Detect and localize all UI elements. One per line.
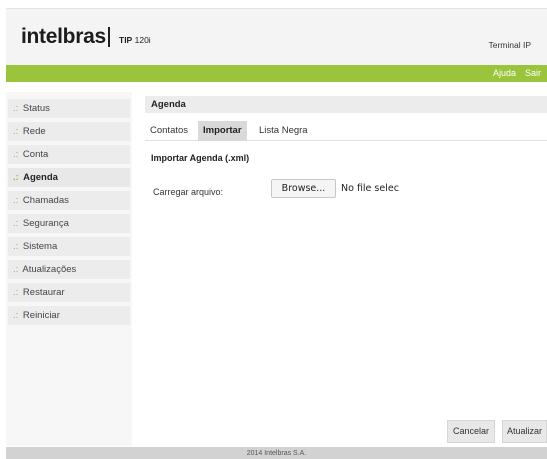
help-link[interactable]: Ajuda bbox=[493, 69, 516, 78]
tab-bar: Contatos Importar Lista Negra bbox=[145, 121, 547, 141]
bullet-icon: .: bbox=[13, 195, 19, 206]
sidebar-item-label: Conta bbox=[22, 149, 49, 160]
tab-importar[interactable]: Importar bbox=[198, 121, 247, 141]
bullet-icon: .: bbox=[13, 103, 19, 114]
logout-link[interactable]: Sair bbox=[525, 69, 541, 78]
footer-copyright: 2014 Intelbras S.A. bbox=[6, 447, 547, 459]
sidebar-item-reiniciar[interactable]: .: Reiniciar bbox=[8, 306, 130, 325]
top-nav-bar: Ajuda Sair bbox=[6, 65, 547, 82]
tab-contatos[interactable]: Contatos bbox=[145, 121, 193, 141]
file-status-text: No file selected. bbox=[341, 183, 399, 194]
sidebar-item-label: Status bbox=[22, 103, 50, 114]
admin-page: intelbras TIP 120i Terminal IP Ajuda Sai… bbox=[0, 0, 547, 459]
sidebar-item-conta[interactable]: .: Conta bbox=[8, 145, 130, 164]
update-button[interactable]: Atualizar bbox=[502, 420, 547, 443]
bullet-icon: .: bbox=[13, 241, 19, 252]
sidebar-item-atualizacoes[interactable]: .: Atualizações bbox=[8, 260, 130, 279]
sidebar: .: Status .: Rede .: Conta .: Agenda .: … bbox=[6, 92, 132, 446]
sidebar-item-label: Segurança bbox=[22, 218, 69, 229]
sidebar-item-restaurar[interactable]: .: Restaurar bbox=[8, 283, 130, 302]
bullet-icon: .: bbox=[13, 287, 19, 298]
sidebar-item-label: Atualizações bbox=[22, 264, 77, 275]
sidebar-item-label: Rede bbox=[22, 126, 46, 137]
file-upload-input[interactable]: Browse... No file selected. bbox=[271, 179, 399, 199]
sidebar-item-label: Chamadas bbox=[22, 195, 69, 206]
sidebar-item-status[interactable]: .: Status bbox=[8, 99, 130, 118]
logo-divider bbox=[108, 27, 110, 47]
section-title: Agenda bbox=[145, 96, 547, 113]
device-label: Terminal IP bbox=[488, 40, 531, 50]
main-content: Agenda Contatos Importar Lista Negra Imp… bbox=[145, 92, 547, 446]
model-name: TIP 120i bbox=[119, 36, 151, 45]
model-suffix: 120i bbox=[134, 35, 151, 45]
sidebar-item-seguranca[interactable]: .: Segurança bbox=[8, 214, 130, 233]
sidebar-item-rede[interactable]: .: Rede bbox=[8, 122, 130, 141]
upload-label: Carregar arquivo: bbox=[153, 187, 224, 197]
sidebar-item-label: Sistema bbox=[22, 241, 58, 252]
sidebar-item-agenda[interactable]: .: Agenda bbox=[8, 168, 130, 187]
sidebar-item-label: Agenda bbox=[23, 172, 58, 183]
bullet-icon: .: bbox=[13, 126, 19, 137]
bullet-icon: .: bbox=[13, 149, 19, 160]
header: intelbras TIP 120i Terminal IP bbox=[6, 8, 547, 65]
subsection-title: Importar Agenda (.xml) bbox=[151, 153, 250, 163]
sidebar-item-label: Restaurar bbox=[22, 287, 65, 298]
sidebar-item-label: Reiniciar bbox=[22, 310, 60, 321]
bullet-icon: .: bbox=[13, 172, 19, 183]
cancel-button[interactable]: Cancelar bbox=[447, 420, 495, 443]
browse-button[interactable]: Browse... bbox=[271, 179, 336, 198]
bullet-icon: .: bbox=[13, 310, 19, 321]
sidebar-item-sistema[interactable]: .: Sistema bbox=[8, 237, 130, 256]
bullet-icon: .: bbox=[13, 264, 19, 275]
sidebar-item-chamadas[interactable]: .: Chamadas bbox=[8, 191, 130, 210]
tab-lista-negra[interactable]: Lista Negra bbox=[254, 121, 313, 141]
bullet-icon: .: bbox=[13, 218, 19, 229]
model-prefix: TIP bbox=[119, 35, 133, 45]
brand-logo: intelbras bbox=[21, 25, 106, 48]
